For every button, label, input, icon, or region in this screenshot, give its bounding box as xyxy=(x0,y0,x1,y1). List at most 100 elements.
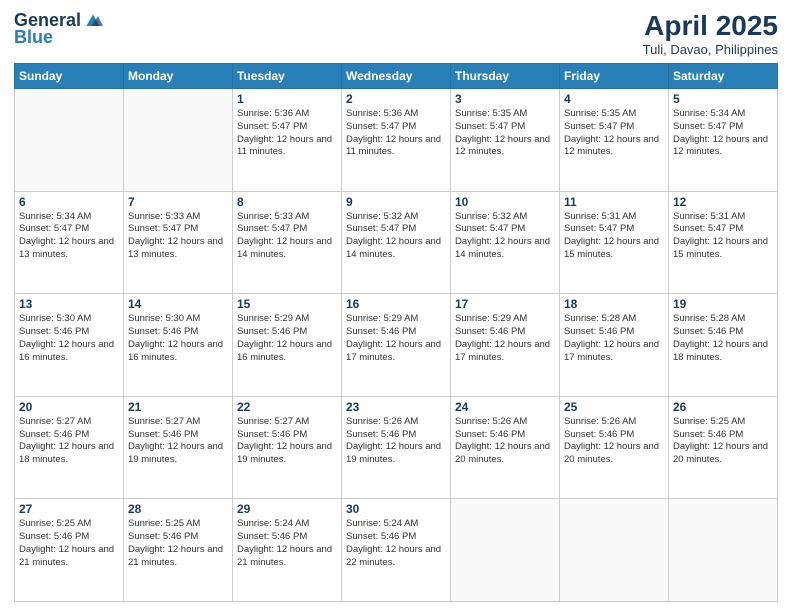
day-info: Sunrise: 5:27 AMSunset: 5:46 PMDaylight:… xyxy=(128,416,228,467)
day-number: 27 xyxy=(19,502,119,516)
calendar-cell: 6 Sunrise: 5:34 AMSunset: 5:47 PMDaylight… xyxy=(15,191,124,294)
day-info: Sunrise: 5:30 AMSunset: 5:46 PMDaylight:… xyxy=(128,313,228,364)
day-info: Sunrise: 5:24 AMSunset: 5:46 PMDaylight:… xyxy=(346,518,446,569)
calendar-cell: 3 Sunrise: 5:35 AMSunset: 5:47 PMDaylight… xyxy=(451,89,560,192)
day-info: Sunrise: 5:33 AMSunset: 5:47 PMDaylight:… xyxy=(237,211,337,262)
day-number: 11 xyxy=(564,195,664,209)
calendar-cell: 23Sunrise: 5:26 AMSunset: 5:46 PMDayligh… xyxy=(342,396,451,499)
subtitle: Tuli, Davao, Philippines xyxy=(643,42,778,57)
calendar-cell: 12Sunrise: 5:31 AMSunset: 5:47 PMDayligh… xyxy=(669,191,778,294)
calendar-cell: 8 Sunrise: 5:33 AMSunset: 5:47 PMDaylight… xyxy=(233,191,342,294)
calendar-cell: 15 Sunrise: 5:29 AMSunset: 5:46 PMDayligh… xyxy=(233,294,342,397)
day-number: 13 xyxy=(19,297,119,311)
day-info: Sunrise: 5:35 AMSunset: 5:47 PMDaylight:… xyxy=(564,108,664,159)
day-info: Sunrise: 5:25 AMSunset: 5:46 PMDaylight:… xyxy=(128,518,228,569)
day-info: Sunrise: 5:28 AMSunset: 5:46 PMDaylight:… xyxy=(564,313,664,364)
day-number: 1 xyxy=(237,92,337,106)
day-number: 28 xyxy=(128,502,228,516)
week-row-3: 20 Sunrise: 5:27 AMSunset: 5:46 PMDayligh… xyxy=(15,396,778,499)
calendar-cell: 14 Sunrise: 5:30 AMSunset: 5:46 PMDayligh… xyxy=(124,294,233,397)
day-number: 14 xyxy=(128,297,228,311)
calendar-cell: 13 Sunrise: 5:30 AMSunset: 5:46 PMDayligh… xyxy=(15,294,124,397)
calendar-cell: 7Sunrise: 5:33 AMSunset: 5:47 PMDaylight… xyxy=(124,191,233,294)
calendar-cell: 11 Sunrise: 5:31 AMSunset: 5:47 PMDayligh… xyxy=(560,191,669,294)
page: General Blue April 2025 Tuli, Davao, Phi… xyxy=(0,0,792,612)
day-number: 3 xyxy=(455,92,555,106)
day-info: Sunrise: 5:27 AMSunset: 5:46 PMDaylight:… xyxy=(237,416,337,467)
main-title: April 2025 xyxy=(643,10,778,42)
col-tuesday: Tuesday xyxy=(233,64,342,89)
calendar-cell: 22 Sunrise: 5:27 AMSunset: 5:46 PMDayligh… xyxy=(233,396,342,499)
day-number: 4 xyxy=(564,92,664,106)
calendar-cell: 4 Sunrise: 5:35 AMSunset: 5:47 PMDaylight… xyxy=(560,89,669,192)
calendar-cell: 25 Sunrise: 5:26 AMSunset: 5:46 PMDayligh… xyxy=(560,396,669,499)
day-number: 10 xyxy=(455,195,555,209)
day-info: Sunrise: 5:26 AMSunset: 5:46 PMDaylight:… xyxy=(564,416,664,467)
calendar-cell: 17 Sunrise: 5:29 AMSunset: 5:46 PMDayligh… xyxy=(451,294,560,397)
day-number: 21 xyxy=(128,400,228,414)
calendar-cell: 19Sunrise: 5:28 AMSunset: 5:46 PMDayligh… xyxy=(669,294,778,397)
day-info: Sunrise: 5:25 AMSunset: 5:46 PMDaylight:… xyxy=(673,416,773,467)
day-info: Sunrise: 5:34 AMSunset: 5:47 PMDaylight:… xyxy=(19,211,119,262)
day-info: Sunrise: 5:34 AMSunset: 5:47 PMDaylight:… xyxy=(673,108,773,159)
day-info: Sunrise: 5:32 AMSunset: 5:47 PMDaylight:… xyxy=(455,211,555,262)
day-info: Sunrise: 5:25 AMSunset: 5:46 PMDaylight:… xyxy=(19,518,119,569)
week-row-4: 27 Sunrise: 5:25 AMSunset: 5:46 PMDayligh… xyxy=(15,499,778,602)
calendar-cell: 27 Sunrise: 5:25 AMSunset: 5:46 PMDayligh… xyxy=(15,499,124,602)
calendar-cell xyxy=(451,499,560,602)
logo-icon xyxy=(83,11,103,31)
calendar-cell: 18Sunrise: 5:28 AMSunset: 5:46 PMDayligh… xyxy=(560,294,669,397)
day-number: 12 xyxy=(673,195,773,209)
day-number: 26 xyxy=(673,400,773,414)
calendar-cell: 30 Sunrise: 5:24 AMSunset: 5:46 PMDayligh… xyxy=(342,499,451,602)
day-info: Sunrise: 5:29 AMSunset: 5:46 PMDaylight:… xyxy=(455,313,555,364)
week-row-0: 1 Sunrise: 5:36 AMSunset: 5:47 PMDaylight… xyxy=(15,89,778,192)
calendar-cell: 5 Sunrise: 5:34 AMSunset: 5:47 PMDaylight… xyxy=(669,89,778,192)
calendar-cell: 16Sunrise: 5:29 AMSunset: 5:46 PMDayligh… xyxy=(342,294,451,397)
day-number: 25 xyxy=(564,400,664,414)
day-number: 8 xyxy=(237,195,337,209)
day-info: Sunrise: 5:36 AMSunset: 5:47 PMDaylight:… xyxy=(237,108,337,159)
calendar-cell: 1 Sunrise: 5:36 AMSunset: 5:47 PMDaylight… xyxy=(233,89,342,192)
calendar-cell: 2 Sunrise: 5:36 AMSunset: 5:47 PMDaylight… xyxy=(342,89,451,192)
day-info: Sunrise: 5:28 AMSunset: 5:46 PMDaylight:… xyxy=(673,313,773,364)
day-number: 2 xyxy=(346,92,446,106)
calendar-cell: 21 Sunrise: 5:27 AMSunset: 5:46 PMDayligh… xyxy=(124,396,233,499)
col-thursday: Thursday xyxy=(451,64,560,89)
day-number: 9 xyxy=(346,195,446,209)
col-wednesday: Wednesday xyxy=(342,64,451,89)
day-info: Sunrise: 5:29 AMSunset: 5:46 PMDaylight:… xyxy=(237,313,337,364)
day-info: Sunrise: 5:26 AMSunset: 5:46 PMDaylight:… xyxy=(455,416,555,467)
day-number: 17 xyxy=(455,297,555,311)
day-number: 30 xyxy=(346,502,446,516)
logo: General Blue xyxy=(14,10,103,48)
header-row: Sunday Monday Tuesday Wednesday Thursday… xyxy=(15,64,778,89)
calendar-cell xyxy=(124,89,233,192)
calendar-cell: 9Sunrise: 5:32 AMSunset: 5:47 PMDaylight… xyxy=(342,191,451,294)
calendar-table: Sunday Monday Tuesday Wednesday Thursday… xyxy=(14,63,778,602)
day-number: 20 xyxy=(19,400,119,414)
day-info: Sunrise: 5:31 AMSunset: 5:47 PMDaylight:… xyxy=(564,211,664,262)
day-info: Sunrise: 5:30 AMSunset: 5:46 PMDaylight:… xyxy=(19,313,119,364)
header: General Blue April 2025 Tuli, Davao, Phi… xyxy=(14,10,778,57)
day-info: Sunrise: 5:36 AMSunset: 5:47 PMDaylight:… xyxy=(346,108,446,159)
col-monday: Monday xyxy=(124,64,233,89)
day-number: 6 xyxy=(19,195,119,209)
calendar-cell: 20 Sunrise: 5:27 AMSunset: 5:46 PMDayligh… xyxy=(15,396,124,499)
day-info: Sunrise: 5:27 AMSunset: 5:46 PMDaylight:… xyxy=(19,416,119,467)
week-row-2: 13 Sunrise: 5:30 AMSunset: 5:46 PMDayligh… xyxy=(15,294,778,397)
day-number: 29 xyxy=(237,502,337,516)
day-number: 5 xyxy=(673,92,773,106)
calendar-cell: 28 Sunrise: 5:25 AMSunset: 5:46 PMDayligh… xyxy=(124,499,233,602)
logo-blue: Blue xyxy=(14,27,53,48)
day-info: Sunrise: 5:35 AMSunset: 5:47 PMDaylight:… xyxy=(455,108,555,159)
day-number: 7 xyxy=(128,195,228,209)
col-friday: Friday xyxy=(560,64,669,89)
calendar-cell: 10 Sunrise: 5:32 AMSunset: 5:47 PMDayligh… xyxy=(451,191,560,294)
title-area: April 2025 Tuli, Davao, Philippines xyxy=(643,10,778,57)
day-number: 22 xyxy=(237,400,337,414)
day-info: Sunrise: 5:26 AMSunset: 5:46 PMDaylight:… xyxy=(346,416,446,467)
week-row-1: 6 Sunrise: 5:34 AMSunset: 5:47 PMDaylight… xyxy=(15,191,778,294)
day-number: 15 xyxy=(237,297,337,311)
calendar-cell: 29Sunrise: 5:24 AMSunset: 5:46 PMDayligh… xyxy=(233,499,342,602)
